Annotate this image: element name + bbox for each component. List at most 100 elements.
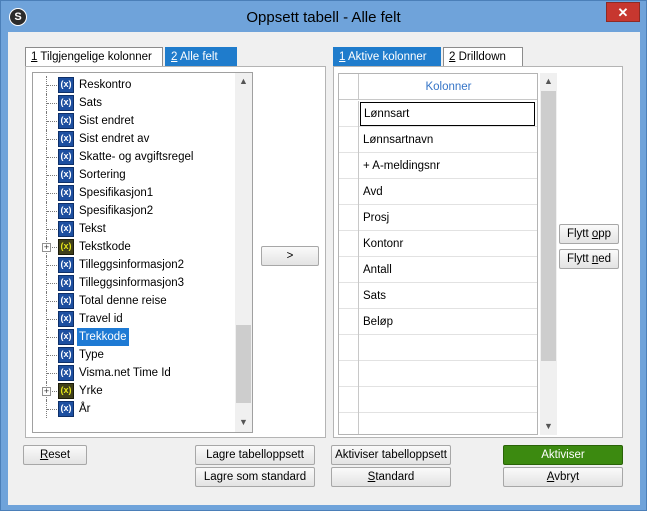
standard-label: tandard xyxy=(375,471,415,483)
field-icon: (x) xyxy=(58,311,74,327)
column-cell[interactable]: + A-meldingsnr xyxy=(360,153,537,179)
tree-connector xyxy=(47,103,57,104)
tree-item-label: Tekst xyxy=(79,223,106,235)
column-cell[interactable]: Beløp xyxy=(360,309,537,335)
tree-connector xyxy=(47,265,57,266)
tree-item[interactable]: (x) Sist endret av xyxy=(37,130,251,148)
grid-vertical-scrollbar[interactable]: ▲ ▼ xyxy=(540,73,557,435)
column-cell[interactable]: Lønnsartnavn xyxy=(360,127,537,153)
tree-item[interactable]: (x) Tilleggsinformasjon3 xyxy=(37,274,251,292)
grid-row[interactable]: Beløp xyxy=(339,309,537,335)
column-cell[interactable] xyxy=(360,361,537,387)
row-selector[interactable] xyxy=(339,361,359,387)
cancel-button[interactable]: Avbryt xyxy=(503,467,623,487)
row-selector[interactable] xyxy=(339,257,359,283)
tree-scroll-thumb[interactable] xyxy=(236,325,251,403)
row-selector[interactable] xyxy=(339,387,359,413)
tree-item[interactable]: (x) År xyxy=(37,400,251,418)
column-cell[interactable]: Sats xyxy=(360,283,537,309)
column-cell[interactable]: Prosj xyxy=(360,205,537,231)
grid-row[interactable]: + A-meldingsnr xyxy=(339,153,537,179)
column-cell[interactable]: Kontonr xyxy=(360,231,537,257)
tree-vertical-scrollbar[interactable]: ▲ ▼ xyxy=(235,73,252,432)
standard-button[interactable]: Standard xyxy=(331,467,451,487)
all-fields-panel: (x) Reskontro (x) Sats (x) Sist endret (x) Sist… xyxy=(25,66,326,438)
tree-item[interactable]: (x) Sist endret xyxy=(37,112,251,130)
column-cell[interactable] xyxy=(360,387,537,413)
activate-button[interactable]: Aktiviser xyxy=(503,445,623,465)
tree-connector xyxy=(47,139,57,140)
grid-row[interactable]: Lønnsartnavn xyxy=(339,127,537,153)
grid-row[interactable]: Avd xyxy=(339,179,537,205)
tree-item[interactable]: + (x) Tekstkode xyxy=(37,238,251,256)
field-icon: (x) xyxy=(58,257,74,273)
reset-button[interactable]: Reset xyxy=(23,445,87,465)
tree-item[interactable]: (x) Reskontro xyxy=(37,76,251,94)
scroll-down-icon[interactable]: ▼ xyxy=(235,414,252,431)
tab-active-columns[interactable]: 1 Aktive kolonner xyxy=(333,47,441,66)
tree-item[interactable]: (x) Sats xyxy=(37,94,251,112)
grid-scroll-up-icon[interactable]: ▲ xyxy=(540,73,557,90)
tree-item[interactable]: (x) Spesifikasjon1 xyxy=(37,184,251,202)
grid-row[interactable] xyxy=(339,387,537,413)
row-selector[interactable] xyxy=(339,283,359,309)
tree-item[interactable]: (x) Visma.net Time Id xyxy=(37,364,251,382)
move-right-button[interactable]: > xyxy=(261,246,319,266)
tab-drilldown[interactable]: 2 Drilldown xyxy=(443,47,523,66)
tree-item[interactable]: (x) Sortering xyxy=(37,166,251,184)
move-down-button[interactable]: Flytt ned xyxy=(559,249,619,269)
tree-item-label: Spesifikasjon2 xyxy=(79,205,154,217)
tree-item[interactable]: + (x) Yrke xyxy=(37,382,251,400)
expand-icon[interactable]: + xyxy=(42,243,51,252)
grid-row[interactable]: Kontonr xyxy=(339,231,537,257)
scroll-up-icon[interactable]: ▲ xyxy=(235,73,252,90)
tree-item-label: Sist endret av xyxy=(79,133,150,145)
row-selector[interactable] xyxy=(339,335,359,361)
tree-item[interactable]: (x) Travel id xyxy=(37,310,251,328)
column-header-kolonner[interactable]: Kolonner xyxy=(360,74,537,100)
grid-row[interactable]: Antall xyxy=(339,257,537,283)
row-selector[interactable] xyxy=(339,153,359,179)
column-cell[interactable]: Lønnsart xyxy=(360,102,535,126)
column-cell[interactable]: Antall xyxy=(360,257,537,283)
tree-item[interactable]: (x) Spesifikasjon2 xyxy=(37,202,251,220)
tree-item[interactable]: (x) Total denne reise xyxy=(37,292,251,310)
row-selector[interactable] xyxy=(339,179,359,205)
tree-item[interactable]: (x) Type xyxy=(37,346,251,364)
tree-item[interactable]: (x) Tilleggsinformasjon2 xyxy=(37,256,251,274)
grid-scroll-down-icon[interactable]: ▼ xyxy=(540,418,557,435)
column-cell[interactable]: Avd xyxy=(360,179,537,205)
row-selector[interactable] xyxy=(339,101,359,127)
title-bar[interactable]: S Oppsett tabell - Alle felt ✕ xyxy=(1,1,646,33)
tree-connector xyxy=(47,337,57,338)
tree-item[interactable]: (x) Skatte- og avgiftsregel xyxy=(37,148,251,166)
grid-row[interactable] xyxy=(339,413,537,434)
tree-item[interactable]: (x) Trekkode xyxy=(37,328,251,346)
row-selector[interactable] xyxy=(339,309,359,335)
tab-all-fields[interactable]: 2 Alle felt xyxy=(165,47,237,66)
row-selector[interactable] xyxy=(339,231,359,257)
row-selector[interactable] xyxy=(339,413,359,434)
activate-layout-button[interactable]: Aktiviser tabelloppsett xyxy=(331,445,451,465)
grid-row[interactable]: Sats xyxy=(339,283,537,309)
save-as-default-button[interactable]: Lagre som standard xyxy=(195,467,315,487)
tree-item-label: Sortering xyxy=(79,169,126,181)
tree-item[interactable]: (x) Tekst xyxy=(37,220,251,238)
grid-row[interactable]: Prosj xyxy=(339,205,537,231)
close-button[interactable]: ✕ xyxy=(606,2,640,22)
row-selector[interactable] xyxy=(339,205,359,231)
column-cell[interactable] xyxy=(360,413,537,434)
field-icon: (x) xyxy=(58,347,74,363)
expand-icon[interactable]: + xyxy=(42,387,51,396)
dialog-body: 1 Tilgjengelige kolonner 2 Alle felt (x)… xyxy=(8,32,640,505)
move-up-button[interactable]: Flytt opp xyxy=(559,224,619,244)
field-icon: (x) xyxy=(58,185,74,201)
column-cell[interactable] xyxy=(360,335,537,361)
grid-scroll-thumb[interactable] xyxy=(541,91,556,361)
grid-row[interactable] xyxy=(339,335,537,361)
row-selector[interactable] xyxy=(339,127,359,153)
grid-row[interactable] xyxy=(339,361,537,387)
grid-row[interactable]: Lønnsart xyxy=(339,101,537,127)
tab-available-columns[interactable]: 1 Tilgjengelige kolonner xyxy=(25,47,163,66)
save-layout-button[interactable]: Lagre tabelloppsett xyxy=(195,445,315,465)
